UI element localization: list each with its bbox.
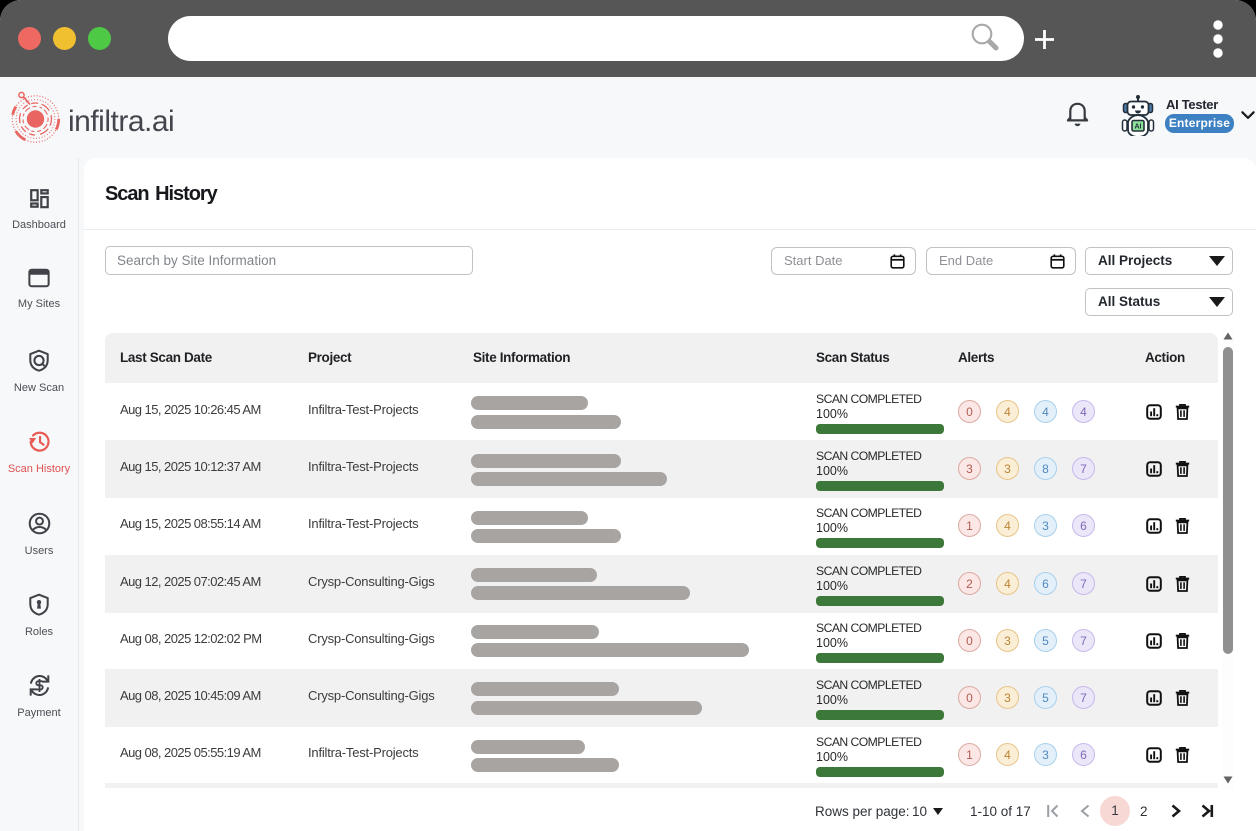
svg-text:AI: AI <box>1135 124 1142 131</box>
